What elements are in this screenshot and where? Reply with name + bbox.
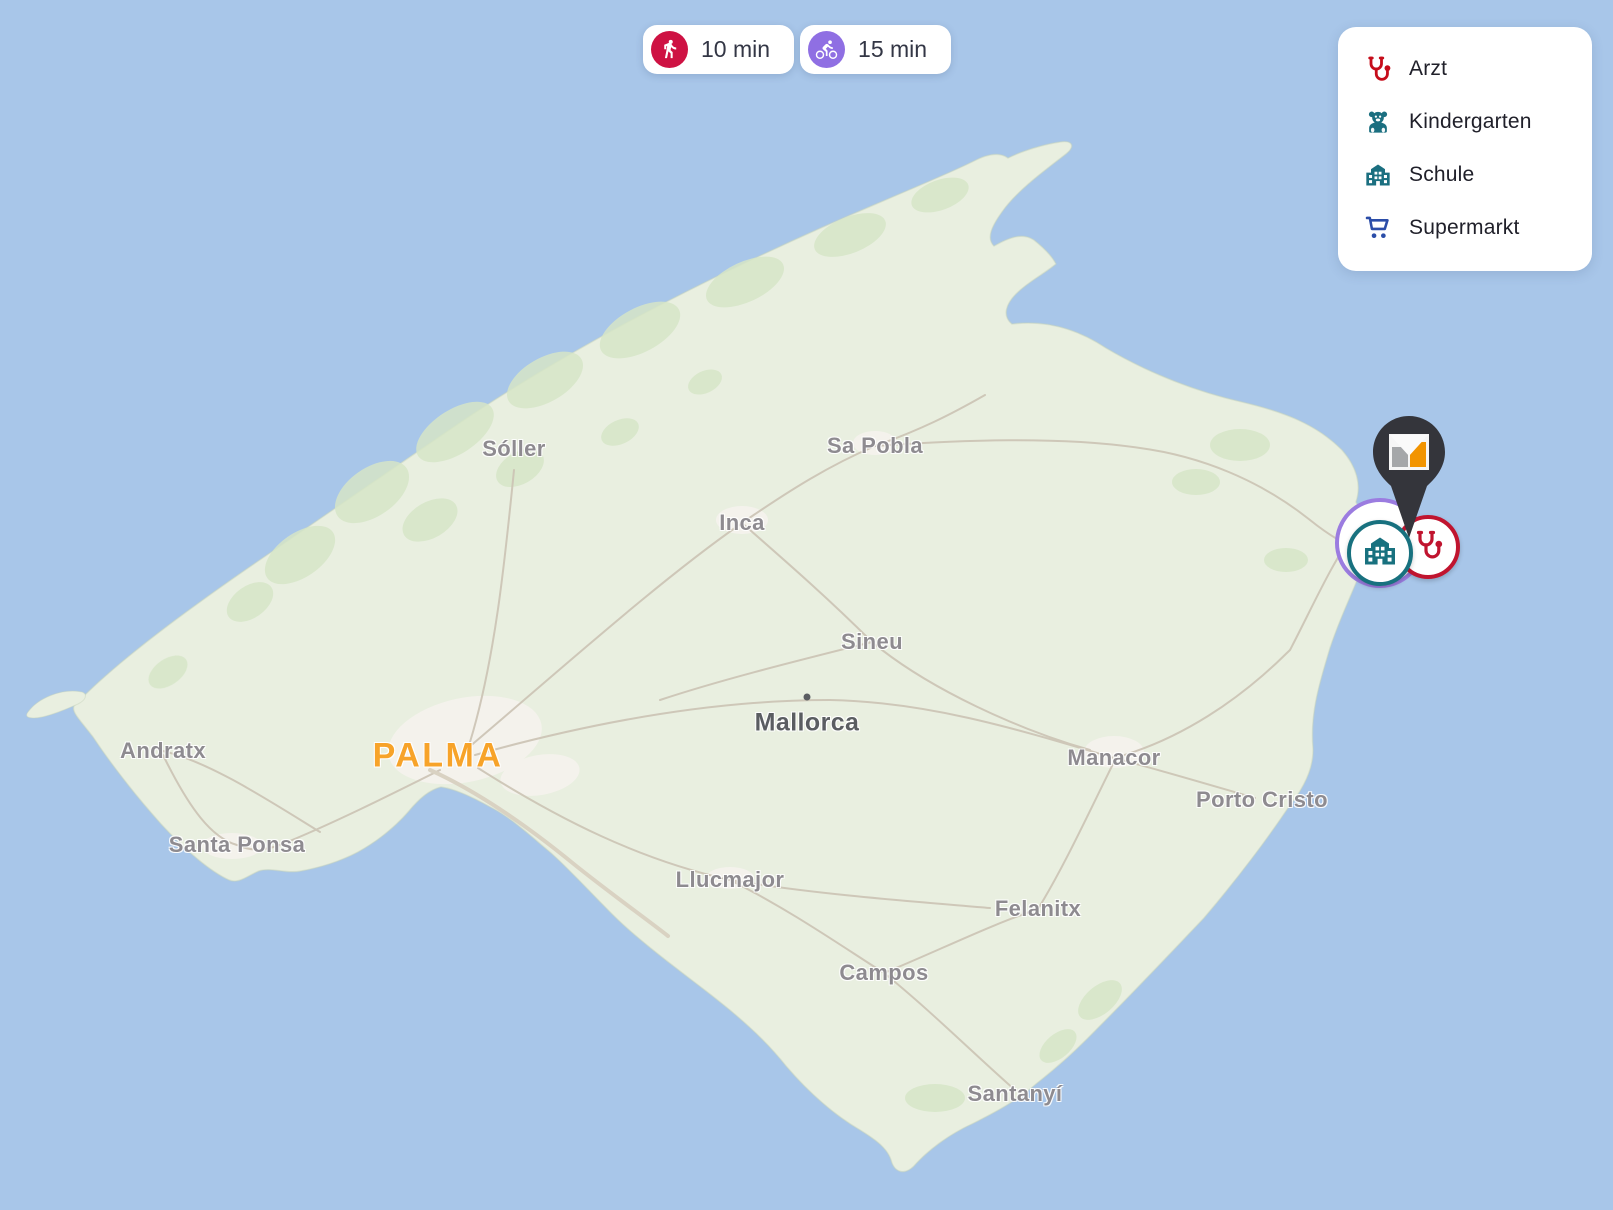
- map-label-felanitx: Felanitx: [995, 896, 1081, 922]
- map-label-sineu: Sineu: [841, 629, 903, 655]
- map-label-porto-cristo: Porto Cristo: [1196, 787, 1328, 813]
- school-building-icon: [1362, 533, 1398, 574]
- legend-item-schule: Schule: [1364, 148, 1582, 201]
- map-label-sa-pobla: Sa Pobla: [827, 433, 923, 459]
- map-label-manacor: Manacor: [1067, 745, 1160, 771]
- poi-legend-card: Arzt Kindergarten: [1338, 27, 1592, 271]
- map-label-soller: Sóller: [482, 436, 546, 462]
- bike-time-label: 15 min: [858, 36, 927, 63]
- envelope-logo-icon: [1389, 434, 1429, 470]
- shopping-cart-icon: [1364, 214, 1392, 242]
- map-label-santa-ponsa: Santa Ponsa: [169, 832, 305, 858]
- teddy-bear-icon: [1364, 108, 1392, 136]
- stethoscope-icon: [1364, 55, 1392, 83]
- map-label-campos: Campos: [839, 960, 928, 986]
- bicycle-icon: [808, 31, 845, 68]
- bike-time-pill[interactable]: 15 min: [800, 25, 951, 74]
- school-building-icon: [1364, 161, 1392, 189]
- map-label-mallorca: Mallorca: [755, 709, 860, 738]
- map-screen: { "travel_times": { "walk_label": "10 mi…: [0, 0, 1613, 1210]
- walk-time-label: 10 min: [701, 36, 770, 63]
- map-label-palma: PALMA: [373, 737, 504, 776]
- legend-item-arzt: Arzt: [1364, 42, 1582, 95]
- map-label-andratx: Andratx: [120, 738, 206, 764]
- legend-label-schule: Schule: [1409, 163, 1474, 187]
- map-label-inca: Inca: [719, 510, 765, 536]
- legend-label-supermarkt: Supermarkt: [1409, 216, 1520, 240]
- map-label-santanyi: Santanyí: [968, 1081, 1063, 1107]
- map-label-llucmajor: Llucmajor: [676, 867, 785, 893]
- legend-label-arzt: Arzt: [1409, 57, 1447, 81]
- walk-time-pill[interactable]: 10 min: [643, 25, 794, 74]
- legend-label-kindergarten: Kindergarten: [1409, 110, 1532, 134]
- schule-marker[interactable]: [1347, 520, 1413, 586]
- travel-time-pills: 10 min 15 min: [643, 25, 951, 74]
- walking-icon: [651, 31, 688, 68]
- region-marker-dot: [804, 694, 811, 701]
- legend-item-supermarkt: Supermarkt: [1364, 201, 1582, 254]
- legend-item-kindergarten: Kindergarten: [1364, 95, 1582, 148]
